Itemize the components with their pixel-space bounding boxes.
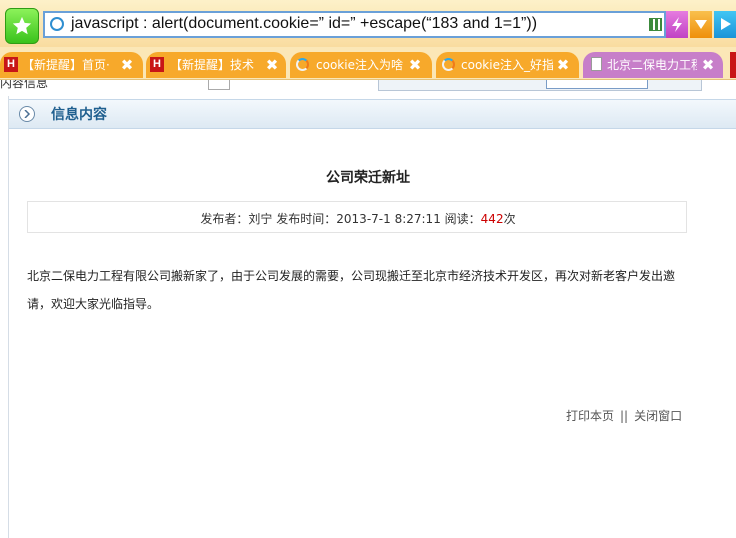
article-meta-box: 发布者：刘宁 发布时间：2013-7-1 8:27:11 阅读：442次 <box>27 201 687 233</box>
close-window-link[interactable]: 关闭窗口 <box>634 409 682 423</box>
loading-ring-icon <box>442 58 455 71</box>
chevron-right-circle-icon <box>19 106 35 122</box>
panel-header: 信息内容 <box>9 99 736 129</box>
favorites-star-button[interactable] <box>5 8 39 44</box>
tab-overflow-edge <box>730 52 736 78</box>
site-search-input[interactable] <box>546 80 648 89</box>
site-search-area <box>378 80 702 91</box>
article-meta-line: 发布者：刘宁 发布时间：2013-7-1 8:27:11 阅读：442次 <box>28 210 688 227</box>
clipped-box <box>208 80 230 90</box>
publish-time-label: 发布时间： <box>276 212 337 226</box>
address-dropdown-button[interactable] <box>690 11 712 38</box>
close-icon[interactable]: ✖ <box>118 56 136 74</box>
lightning-icon <box>672 17 682 32</box>
browser-toolbar: javascript : alert(document.cookie=” id=… <box>0 0 736 47</box>
read-count: 442 <box>480 212 504 226</box>
lightning-button[interactable] <box>666 11 688 38</box>
tab-label: 【新提醒】首页· <box>22 58 110 72</box>
clipped-header-text: 内容信息 <box>0 80 49 90</box>
publisher-value: 刘宁 <box>248 212 273 226</box>
site-h-icon: H <box>150 57 164 72</box>
reads-unit: 次 <box>503 212 516 226</box>
triangle-down-icon <box>695 20 707 29</box>
content-left-border <box>8 96 9 538</box>
globe-icon <box>50 17 64 31</box>
tab-label: 北京二保电力工程 <box>607 58 697 72</box>
article-title: 公司荣迁新址 <box>326 170 410 186</box>
reads-label: 阅读： <box>444 212 481 226</box>
tab-label: cookie注入为啥 <box>316 58 403 72</box>
star-icon <box>12 16 32 35</box>
tab-label: 【新提醒】技术 <box>170 58 255 72</box>
tab-label: cookie注入_好指 <box>461 58 553 72</box>
publish-time-value: 2013-7-1 8:27:11 <box>336 212 441 226</box>
tab-5-active[interactable]: 北京二保电力工程 ✖ <box>583 52 723 78</box>
address-bar-text[interactable]: javascript : alert(document.cookie=” id=… <box>71 15 537 33</box>
play-arrow-icon <box>721 18 731 30</box>
tab-bar: H 【新提醒】首页· ✖ H 【新提醒】技术 ✖ cookie注入为啥 ✖ co… <box>0 47 736 80</box>
tab-4[interactable]: cookie注入_好指 ✖ <box>436 52 579 78</box>
footer-separator: || <box>620 409 629 423</box>
article-body: 北京二保电力工程有限公司搬新家了，由于公司发展的需要，公司现搬迁至北京市经济技术… <box>27 269 676 311</box>
go-button[interactable] <box>714 11 736 38</box>
address-bar[interactable]: javascript : alert(document.cookie=” id=… <box>43 11 666 38</box>
close-icon[interactable]: ✖ <box>699 56 717 74</box>
footer-links: 打印本页 || 关闭窗口 <box>566 407 682 424</box>
close-icon[interactable]: ✖ <box>263 56 281 74</box>
print-page-link[interactable]: 打印本页 <box>566 409 614 423</box>
close-icon[interactable]: ✖ <box>406 56 424 74</box>
close-icon[interactable]: ✖ <box>554 56 572 74</box>
publisher-label: 发布者： <box>200 212 249 226</box>
site-h-icon: H <box>4 57 18 72</box>
tab-3[interactable]: cookie注入为啥 ✖ <box>290 52 432 78</box>
panel-title: 信息内容 <box>51 107 107 123</box>
tab-1[interactable]: H 【新提醒】首页· ✖ <box>0 52 143 78</box>
tab-2[interactable]: H 【新提醒】技术 ✖ <box>146 52 286 78</box>
document-icon <box>591 57 602 71</box>
qr-code-icon[interactable] <box>649 18 662 31</box>
clipped-page-header: 内容信息 <box>0 80 736 96</box>
loading-ring-icon <box>296 58 309 71</box>
